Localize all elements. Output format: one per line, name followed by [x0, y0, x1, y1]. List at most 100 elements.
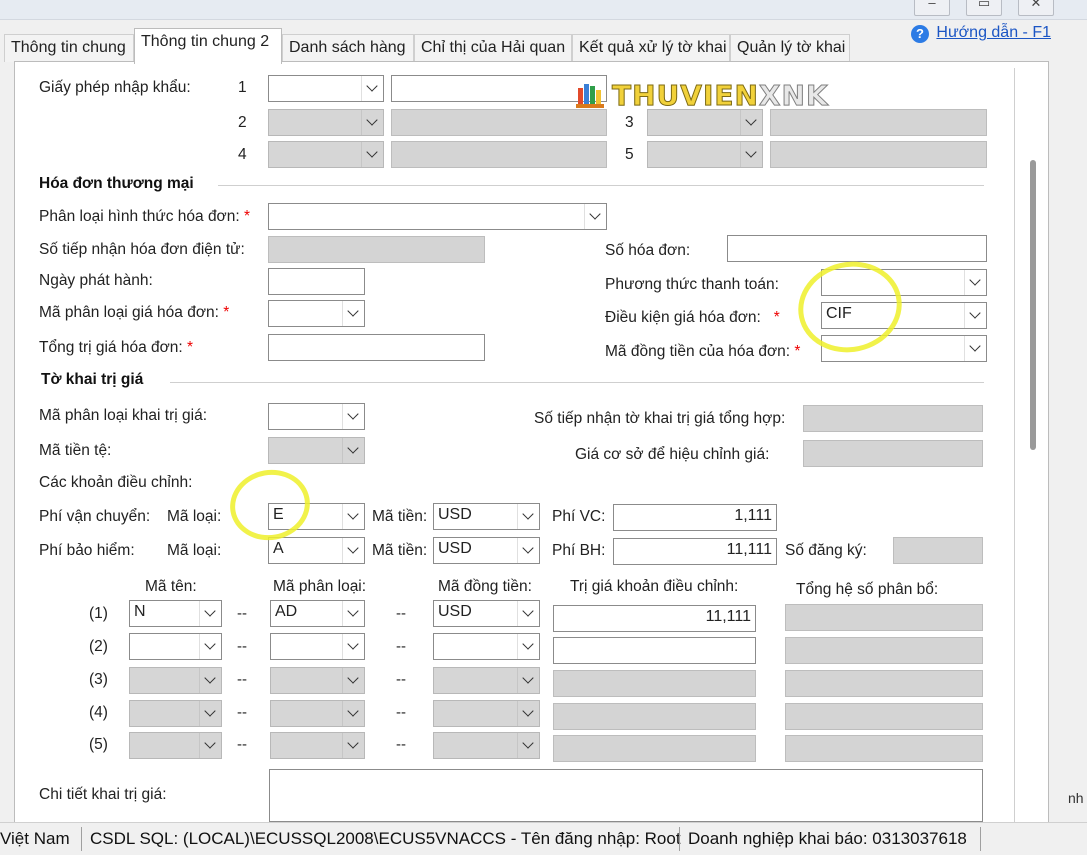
freight-currency-combo[interactable]: USD	[433, 503, 540, 530]
chevron-down-icon[interactable]	[517, 504, 539, 529]
chevron-down-icon[interactable]	[342, 438, 364, 463]
adjust-name-combo-2[interactable]	[129, 633, 222, 660]
chevron-down-icon[interactable]	[517, 668, 539, 693]
license-type-4-combo[interactable]	[268, 141, 384, 168]
close-icon[interactable]: ✕	[1018, 0, 1054, 16]
allocation-total-field-3[interactable]	[785, 670, 983, 697]
adjust-currency-combo-3[interactable]	[433, 667, 540, 694]
tab-general[interactable]: Thông tin chung	[4, 34, 134, 62]
chevron-down-icon[interactable]	[517, 733, 539, 758]
allocation-total-field-1[interactable]	[785, 604, 983, 631]
chevron-down-icon[interactable]	[199, 634, 221, 659]
chevron-down-icon[interactable]	[517, 701, 539, 726]
tab-goods-list[interactable]: Danh sách hàng	[282, 34, 414, 62]
license-type-5-combo[interactable]	[647, 141, 763, 168]
adjust-value-field-1[interactable]: 11,111	[553, 605, 756, 632]
adjust-name-combo-4[interactable]	[129, 700, 222, 727]
allocation-total-field-4[interactable]	[785, 703, 983, 730]
base-price-field[interactable]	[803, 440, 983, 467]
tab-processing-result[interactable]: Kết quả xử lý tờ khai	[572, 34, 730, 62]
insurance-label: Phí bảo hiểm:	[39, 542, 135, 559]
question-icon[interactable]: ?	[911, 25, 929, 43]
chevron-down-icon[interactable]	[964, 303, 986, 328]
help-link[interactable]: Hướng dẫn - F1	[936, 24, 1051, 42]
adjust-currency-combo-4[interactable]	[433, 700, 540, 727]
status-separator	[81, 827, 82, 851]
chevron-down-icon[interactable]	[342, 504, 364, 529]
license-no-4-field[interactable]	[391, 141, 607, 168]
invoice-type-combo[interactable]	[268, 203, 607, 230]
chevron-down-icon[interactable]	[199, 701, 221, 726]
chevron-down-icon[interactable]	[199, 601, 221, 626]
adjust-type-combo-2[interactable]	[270, 633, 365, 660]
chevron-down-icon[interactable]	[342, 668, 364, 693]
chevron-down-icon[interactable]	[199, 733, 221, 758]
tab-general-2[interactable]: Thông tin chung 2	[134, 28, 282, 64]
adjust-type-combo-3[interactable]	[270, 667, 365, 694]
chevron-down-icon[interactable]	[342, 538, 364, 563]
license-type-2-combo[interactable]	[268, 109, 384, 136]
chevron-down-icon[interactable]	[342, 733, 364, 758]
summary-no-field[interactable]	[803, 405, 983, 432]
chevron-down-icon[interactable]	[740, 110, 762, 135]
restore-icon[interactable]: ▭	[966, 0, 1002, 16]
chevron-down-icon[interactable]	[517, 538, 539, 563]
chevron-down-icon[interactable]	[342, 301, 364, 326]
tab-declaration-management[interactable]: Quản lý tờ khai	[730, 34, 850, 62]
license-no-2-field[interactable]	[391, 109, 607, 136]
separator-dash: --	[237, 736, 247, 753]
scrollbar-track[interactable]	[1014, 68, 1015, 823]
adjust-currency-combo-1[interactable]: USD	[433, 600, 540, 627]
tab-customs-instructions[interactable]: Chỉ thị của Hải quan	[414, 34, 572, 62]
chevron-down-icon[interactable]	[342, 404, 364, 429]
issue-date-field[interactable]	[268, 268, 365, 295]
allocation-total-field-5[interactable]	[785, 735, 983, 762]
adjust-name-combo-3[interactable]	[129, 667, 222, 694]
insurance-code-combo[interactable]: A	[268, 537, 365, 564]
chevron-down-icon[interactable]	[964, 336, 986, 361]
license-type-1-combo[interactable]	[268, 75, 384, 102]
adjust-value-field-3[interactable]	[553, 670, 756, 697]
minimize-icon[interactable]: –	[914, 0, 950, 16]
chevron-down-icon[interactable]	[740, 142, 762, 167]
adjust-type-combo-4[interactable]	[270, 700, 365, 727]
chevron-down-icon[interactable]	[361, 76, 383, 101]
valuation-type-combo[interactable]	[268, 403, 365, 430]
license-no-5-field[interactable]	[770, 141, 987, 168]
adjust-currency-combo-5[interactable]	[433, 732, 540, 759]
adjust-value-field-4[interactable]	[553, 703, 756, 730]
chevron-down-icon[interactable]	[584, 204, 606, 229]
invoice-total-field[interactable]	[268, 334, 485, 361]
price-type-combo[interactable]	[268, 300, 365, 327]
adjust-type-combo-1[interactable]: AD	[270, 600, 365, 627]
adjust-name-combo-1[interactable]: N	[129, 600, 222, 627]
adjust-value-field-2[interactable]	[553, 637, 756, 664]
adjust-type-combo-5[interactable]	[270, 732, 365, 759]
valuation-detail-textarea[interactable]	[269, 769, 983, 822]
chevron-down-icon[interactable]	[361, 142, 383, 167]
allocation-total-field-2[interactable]	[785, 637, 983, 664]
chevron-down-icon[interactable]	[342, 701, 364, 726]
license-no-3-field[interactable]	[770, 109, 987, 136]
reg-no-field[interactable]	[893, 537, 983, 564]
chevron-down-icon[interactable]	[361, 110, 383, 135]
insurance-code-type-label: Mã loại:	[167, 542, 222, 559]
license-type-3-combo[interactable]	[647, 109, 763, 136]
insurance-fee-field[interactable]: 11,111	[613, 538, 777, 565]
adjust-value-field-5[interactable]	[553, 735, 756, 762]
adjust-name-combo-5[interactable]	[129, 732, 222, 759]
e-invoice-no-field[interactable]	[268, 236, 485, 263]
invoice-no-field[interactable]	[727, 235, 987, 262]
chevron-down-icon[interactable]	[199, 668, 221, 693]
currency-code-combo[interactable]	[268, 437, 365, 464]
chevron-down-icon[interactable]	[342, 634, 364, 659]
chevron-down-icon[interactable]	[964, 270, 986, 295]
insurance-currency-combo[interactable]: USD	[433, 537, 540, 564]
chevron-down-icon[interactable]	[517, 601, 539, 626]
freight-fee-field[interactable]: 1,111	[613, 504, 777, 531]
license-index-5: 5	[625, 146, 634, 163]
chevron-down-icon[interactable]	[517, 634, 539, 659]
scrollbar-thumb[interactable]	[1030, 160, 1036, 450]
chevron-down-icon[interactable]	[342, 601, 364, 626]
adjust-currency-combo-2[interactable]	[433, 633, 540, 660]
